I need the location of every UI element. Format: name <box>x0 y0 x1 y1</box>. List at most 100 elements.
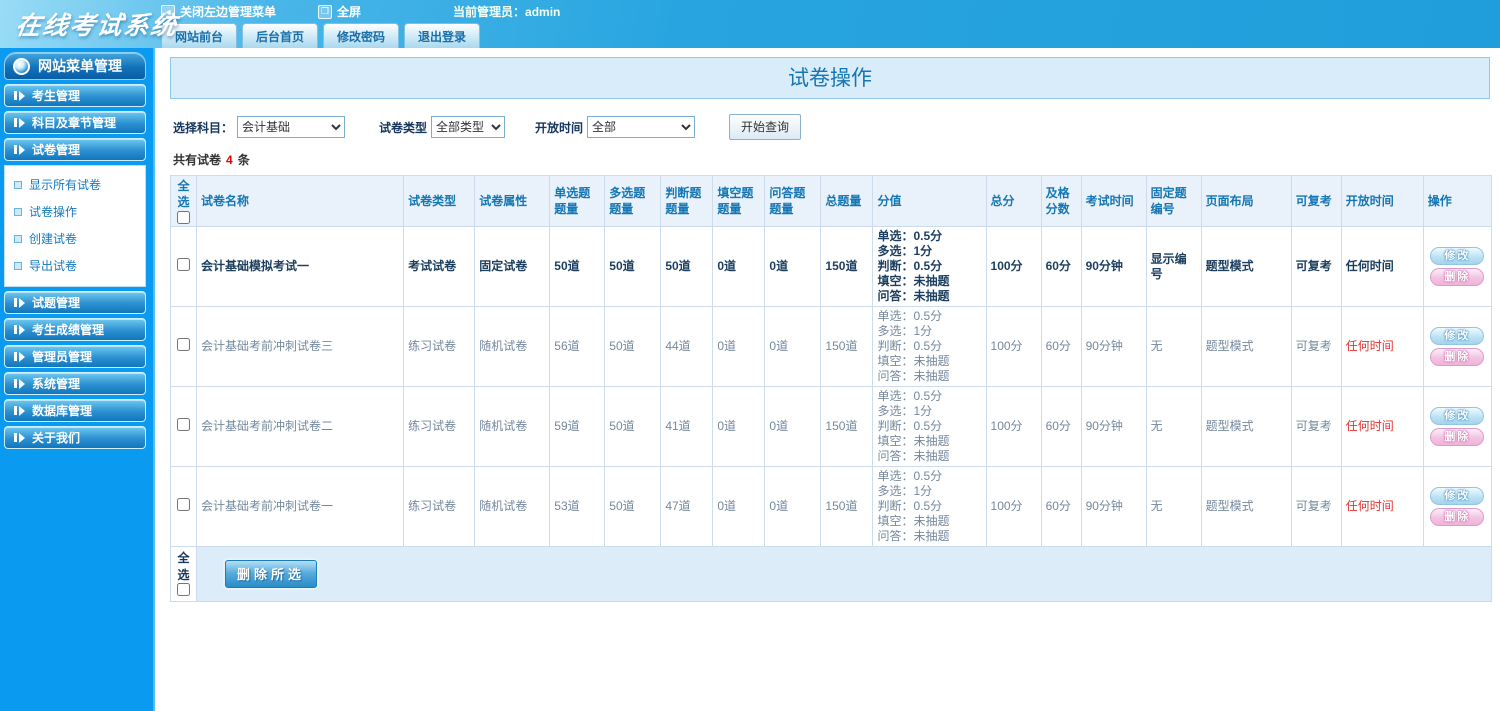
col-header-总分: 总分 <box>985 175 1042 227</box>
fullscreen-button[interactable]: ❐ 全屏 <box>318 3 361 20</box>
open-time-select[interactable]: 全部 <box>587 116 696 138</box>
cell-multi: 50道 <box>604 466 662 547</box>
row-select-cell <box>169 466 198 547</box>
select-all-footer-checkbox[interactable] <box>177 583 190 596</box>
col-header-试卷属性: 试卷属性 <box>474 175 551 227</box>
sidebar-item-label: 试卷操作 <box>29 205 78 219</box>
col-header-label: 总分 <box>990 194 1015 208</box>
query-button[interactable]: 开始查询 <box>729 114 802 140</box>
select-all-checkbox[interactable] <box>177 211 190 224</box>
sidebar-group-关于我们[interactable]: 关于我们 <box>4 426 146 449</box>
header-tab-3[interactable]: 修改密码 <box>323 23 400 48</box>
delete-button[interactable]: 删除 <box>1430 348 1485 366</box>
sidebar-group-系统管理[interactable]: 系统管理 <box>4 372 146 395</box>
delete-selected-button[interactable]: 删除所选 <box>225 560 318 588</box>
header-tab-4[interactable]: 退出登录 <box>404 23 481 48</box>
cell-duration: 90分钟 <box>1080 386 1147 467</box>
sidebar-group-考生管理[interactable]: 考生管理 <box>4 84 146 107</box>
header-tab-2[interactable]: 后台首页 <box>242 23 319 48</box>
type-select[interactable]: 全部类型 <box>431 116 506 138</box>
sidebar-group-管理员管理[interactable]: 管理员管理 <box>4 345 146 368</box>
score-line: 问答：未抽题 <box>877 289 950 303</box>
cell-score: 单选：0.5分 多选：1分 判断：0.5分 填空：未抽题 问答：未抽题 <box>872 386 987 467</box>
cell-layout: 题型模式 <box>1200 306 1292 387</box>
cell-judge: 47道 <box>660 466 714 547</box>
col-header-label: 试卷名称 <box>201 194 250 208</box>
col-header-判断题题量: 判断题题量 <box>660 175 714 227</box>
col-header-label: 固定题编号 <box>1150 186 1187 216</box>
type-label: 试卷类型 <box>379 120 428 135</box>
sidebar-group-label: 考生成绩管理 <box>32 323 105 337</box>
cell-fixed: 显示编号 <box>1145 226 1202 307</box>
cell-pass: 60分 <box>1040 306 1082 387</box>
cell-judge: 41道 <box>660 386 714 467</box>
cell-fixed: 无 <box>1145 466 1202 547</box>
cell-attr: 随机试卷 <box>474 306 551 387</box>
sidebar-submenu: 显示所有试卷试卷操作创建试卷 导出试卷 <box>4 165 146 287</box>
score-line: 判断：0.5分 <box>877 499 943 513</box>
delete-button[interactable]: 删除 <box>1430 428 1485 446</box>
cell-duration: 90分钟 <box>1080 466 1147 547</box>
sidebar-group-试题管理[interactable]: 试题管理 <box>4 291 146 314</box>
col-header-label: 单选题题量 <box>554 186 591 216</box>
row-select-cell <box>169 306 198 387</box>
filter-bar: 选择科目： 会计基础 试卷类型 全部类型 开放时间 全部 开始查询 <box>173 114 1490 140</box>
sidebar-group-试卷管理[interactable]: 试卷管理 <box>4 138 146 161</box>
cell-retake: 可复考 <box>1290 386 1342 467</box>
sidebar-group-label: 管理员管理 <box>32 350 93 364</box>
cell-blank: 0道 <box>712 466 766 547</box>
sidebar-group-科目及章节管理[interactable]: 科目及章节管理 <box>4 111 146 134</box>
score-line: 单选：0.5分 <box>877 469 943 483</box>
cell-retake: 可复考 <box>1290 306 1342 387</box>
exam-paper-table: 全选 试卷名称 试卷类型 试卷属性 单选题题量 多选题题量 判断题题量 填空题题量 问答题题量总… <box>169 175 1493 602</box>
col-header-label: 可复考 <box>1295 194 1332 208</box>
sidebar-group-label: 试卷管理 <box>32 143 81 157</box>
count-prefix: 共有试卷 <box>173 153 222 167</box>
table-row: 会计基础考前冲刺试卷一 练习试卷 随机试卷 53道 50道 47道 0道 0道 150道 单选：0… <box>169 466 1493 547</box>
top-header: 在线考试系统 ◄ 关闭左边管理菜单 ❐ 全屏 当前管理员：admin 网站前台后… <box>0 0 1500 48</box>
edit-button[interactable]: 修改 <box>1430 407 1485 425</box>
cell-open-time: 任何时间 <box>1340 466 1424 547</box>
cell-total_score: 100分 <box>985 306 1042 387</box>
row-checkbox[interactable] <box>177 418 190 431</box>
delete-button[interactable]: 删除 <box>1430 508 1485 526</box>
sidebar-item-试卷操作[interactable]: 试卷操作 <box>5 198 145 225</box>
sidebar-group-数据库管理[interactable]: 数据库管理 <box>4 399 146 422</box>
sidebar-item-创建试卷[interactable]: 创建试卷 <box>5 225 145 252</box>
menu-arrow-icon <box>14 324 25 335</box>
col-header-操作: 操作 <box>1422 175 1493 227</box>
footer-select-all: 全选 <box>169 546 198 602</box>
edit-button[interactable]: 修改 <box>1430 487 1485 505</box>
row-checkbox[interactable] <box>177 258 190 271</box>
cell-judge: 44道 <box>660 306 714 387</box>
sidebar-group-考生成绩管理[interactable]: 考生成绩管理 <box>4 318 146 341</box>
sidebar-item-导出试卷[interactable]: 导出试卷 <box>5 252 145 279</box>
count-value: 4 <box>226 153 233 167</box>
cell-total: 150道 <box>820 306 874 387</box>
cell-actions: 修改 删除 <box>1422 466 1493 547</box>
cell-multi: 50道 <box>604 306 662 387</box>
menu-arrow-icon <box>14 297 25 308</box>
col-header-页面布局: 页面布局 <box>1200 175 1292 227</box>
cell-single: 59道 <box>549 386 606 467</box>
col-header-label: 考试时间 <box>1085 194 1134 208</box>
cell-blank: 0道 <box>712 306 766 387</box>
delete-button[interactable]: 删除 <box>1430 268 1485 286</box>
subject-select[interactable]: 会计基础 <box>237 116 346 138</box>
cell-type: 练习试卷 <box>403 306 476 387</box>
submenu-square-icon <box>14 180 22 189</box>
col-header-label: 操作 <box>1427 194 1452 208</box>
cell-type: 练习试卷 <box>403 386 476 467</box>
menu-arrow-icon <box>14 351 25 362</box>
open-time-label: 开放时间 <box>535 120 584 135</box>
score-line: 多选：1分 <box>877 244 933 258</box>
edit-button[interactable]: 修改 <box>1430 327 1485 345</box>
row-checkbox[interactable] <box>177 338 190 351</box>
menu-arrow-icon <box>14 90 25 101</box>
cell-layout: 题型模式 <box>1200 466 1292 547</box>
sidebar-item-显示所有试卷[interactable]: 显示所有试卷 <box>5 171 145 198</box>
cell-total_score: 100分 <box>985 226 1042 307</box>
col-header-单选题题量: 单选题题量 <box>549 175 606 227</box>
row-checkbox[interactable] <box>177 498 190 511</box>
edit-button[interactable]: 修改 <box>1430 247 1485 265</box>
